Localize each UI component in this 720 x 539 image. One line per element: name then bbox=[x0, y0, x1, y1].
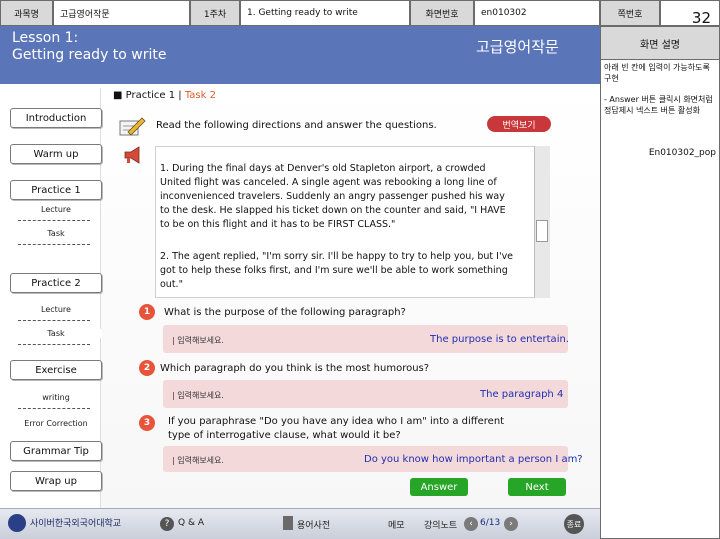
page-indicator: 6/13 bbox=[480, 518, 501, 528]
page-no-label: 쪽번호 bbox=[600, 0, 660, 26]
sidebar-divider bbox=[18, 244, 90, 245]
sidebar-item-warmup[interactable]: Warm up bbox=[10, 144, 102, 164]
megaphone-icon bbox=[122, 146, 144, 164]
question-1-placeholder: | 입력해보세요. bbox=[172, 336, 224, 345]
sidebar-item-exercise[interactable]: Exercise bbox=[10, 360, 102, 380]
question-2-answer: The paragraph 4 bbox=[480, 389, 564, 400]
section-title: ■ Practice 1 | Task 2 bbox=[113, 90, 216, 101]
sidebar-divider bbox=[18, 320, 90, 321]
sidebar-item-practice-1[interactable]: Practice 1 bbox=[10, 180, 102, 200]
course-title: 고급영어작문 bbox=[476, 38, 559, 56]
lesson-title-band: Lesson 1: Getting ready to write 고급영어작문 bbox=[0, 26, 600, 84]
screen-no-label: 화면번호 bbox=[410, 0, 474, 26]
course-value: 고급영어작문 bbox=[53, 0, 190, 26]
sidebar-subitem-lecture-1[interactable]: Lecture bbox=[10, 205, 102, 214]
sidebar-subitem-task-1[interactable]: Task bbox=[10, 229, 102, 238]
sidebar-item-introduction[interactable]: Introduction bbox=[10, 108, 102, 128]
question-2-placeholder: | 입력해보세요. bbox=[172, 391, 224, 400]
sidebar-item-practice-2[interactable]: Practice 2 bbox=[10, 273, 102, 293]
next-button[interactable]: Next bbox=[508, 478, 566, 496]
prev-page-icon[interactable]: ‹ bbox=[464, 517, 478, 531]
course-label: 과목명 bbox=[0, 0, 53, 26]
sidebar-subitem-writing[interactable]: writing bbox=[10, 393, 102, 402]
question-1-answer: The purpose is to entertain. bbox=[430, 334, 569, 345]
question-1-text: What is the purpose of the following par… bbox=[164, 307, 406, 318]
page-no-value: 32 bbox=[660, 0, 720, 27]
sidebar-subitem-task-2[interactable]: Task bbox=[10, 329, 102, 338]
sidebar-divider bbox=[18, 344, 90, 345]
question-2-number: 2 bbox=[139, 360, 155, 376]
lecture-note-link[interactable]: 강의노트 bbox=[424, 518, 457, 531]
translate-button[interactable]: 번역보기 bbox=[487, 116, 551, 132]
description-heading: 화면 설명 bbox=[600, 26, 720, 60]
exit-button[interactable]: 종료 bbox=[564, 514, 584, 534]
glossary-book-icon[interactable] bbox=[283, 516, 293, 530]
question-3-answer: Do you know how important a person I am? bbox=[364, 454, 583, 465]
sidebar-subitem-lecture-2[interactable]: Lecture bbox=[10, 305, 102, 314]
passage-scrollbar-thumb[interactable] bbox=[536, 220, 548, 242]
lesson-title-line2: Getting ready to write bbox=[12, 47, 167, 63]
qa-link[interactable]: Q & A bbox=[178, 518, 204, 528]
section-task-label: Task 2 bbox=[184, 90, 216, 101]
description-note-1: 아래 빈 칸에 입력이 가능하도록 구현 bbox=[604, 63, 710, 83]
next-page-icon[interactable]: › bbox=[504, 517, 518, 531]
university-name: 사이버한국외국어대학교 bbox=[30, 519, 122, 529]
university-logo-icon bbox=[8, 514, 26, 532]
passage-paragraph-1: 1. During the final days at Denver's old… bbox=[160, 163, 506, 230]
screen-no-value: en010302 bbox=[474, 0, 600, 26]
question-3-text: If you paraphrase "Do you have any idea … bbox=[168, 416, 505, 441]
memo-link[interactable]: 메모 bbox=[388, 518, 405, 531]
section-title-label: ■ Practice 1 | bbox=[113, 90, 185, 101]
directions-text: Read the following directions and answer… bbox=[156, 120, 437, 131]
passage-paragraph-2: 2. The agent replied, "I'm sorry sir. I'… bbox=[160, 251, 514, 290]
glossary-link[interactable]: 용어사전 bbox=[297, 518, 330, 531]
sidebar-divider bbox=[18, 408, 90, 409]
question-2-text: Which paragraph do you think is the most… bbox=[160, 363, 430, 374]
sidebar-item-grammar-tip[interactable]: Grammar Tip bbox=[10, 441, 102, 461]
sidebar-subitem-error-correction[interactable]: Error Correction bbox=[10, 419, 102, 428]
sidebar-item-wrapup[interactable]: Wrap up bbox=[10, 471, 102, 491]
pencil-note-icon bbox=[118, 116, 146, 138]
question-3-placeholder: | 입력해보세요. bbox=[172, 456, 224, 465]
week-label: 1주차 bbox=[190, 0, 240, 26]
answer-button[interactable]: Answer bbox=[410, 478, 468, 496]
description-note-2: - Answer 버튼 클릭시 화면처럼 정답제시 넥스트 버튼 활성화 bbox=[604, 95, 713, 115]
help-icon[interactable]: ? bbox=[160, 517, 174, 531]
description-note-3: En010302_pop bbox=[648, 148, 716, 158]
week-value: 1. Getting ready to write bbox=[240, 0, 410, 26]
lesson-title-line1: Lesson 1: bbox=[12, 30, 79, 46]
question-3-number: 3 bbox=[139, 415, 155, 431]
question-1-number: 1 bbox=[139, 304, 155, 320]
sidebar-divider bbox=[18, 220, 90, 221]
